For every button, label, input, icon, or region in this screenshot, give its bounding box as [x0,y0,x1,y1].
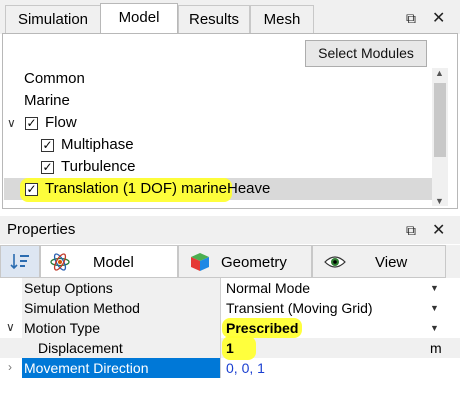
column-separator [220,358,221,378]
flow-checkbox[interactable]: ✓ [25,117,38,130]
cube-icon [191,253,209,271]
tree-item-flow[interactable]: Flow [45,112,77,134]
scroll-down-icon[interactable]: ▼ [435,196,444,206]
tab-props-geometry-label: Geometry [221,254,287,271]
property-row-motion-type[interactable]: ∨ Motion Type Prescribed ▼ [0,318,460,338]
property-value[interactable]: Transient (Moving Grid) [222,298,444,318]
sort-icon [10,254,29,270]
sort-toggle-button[interactable] [0,245,40,278]
close-icon[interactable]: ✕ [432,220,445,240]
chevron-down-icon[interactable]: ∨ [6,317,15,337]
dropdown-arrow-icon[interactable]: ▼ [430,278,439,298]
float-window-icon[interactable]: ⧉ [406,222,416,239]
tab-props-model-label: Model [93,254,134,271]
tab-mesh-label: Mesh [263,11,301,28]
tab-simulation-label: Simulation [17,11,89,28]
property-value[interactable]: 1 [222,338,444,358]
property-row-movement-direction[interactable]: › Movement Direction 0, 0, 1 [0,358,460,378]
atom-icon [50,253,70,271]
column-separator [220,278,221,298]
property-name: Movement Direction [22,358,220,378]
tree-item-translation[interactable]: Translation (1 DOF) marineHeave [45,178,270,200]
property-name: Displacement [36,338,220,358]
translation-checkbox[interactable]: ✓ [25,183,38,196]
properties-header: Properties ⧉ ✕ [0,216,460,244]
property-value[interactable]: 0, 0, 1 [222,358,444,378]
multiphase-checkbox[interactable]: ✓ [41,139,54,152]
tab-model-label: Model [118,9,160,26]
turbulence-checkbox[interactable]: ✓ [41,161,54,174]
property-value[interactable]: Normal Mode [222,278,444,298]
tab-results-label: Results [188,11,240,28]
tree-item-label: Multiphase [61,136,134,153]
tree-item-turbulence[interactable]: Turbulence [61,156,136,178]
tab-props-model[interactable]: Model [40,245,178,278]
tab-props-geometry[interactable]: Geometry [178,245,312,278]
tab-model[interactable]: Model [100,3,178,34]
properties-tabs: Model Geometry View [0,245,460,278]
property-row-simulation-method[interactable]: Simulation Method Transient (Moving Grid… [0,298,460,318]
select-modules-button[interactable]: Select Modules [305,40,427,67]
close-icon[interactable]: ✕ [432,8,445,28]
tab-props-view-label: View [375,254,408,271]
property-name: Simulation Method [22,298,220,318]
eye-icon [324,256,346,268]
chevron-right-icon[interactable]: › [8,357,12,377]
tree-item-multiphase[interactable]: Multiphase [61,134,134,156]
tree-item-label: Marine [24,92,70,109]
property-grid: Setup Options Normal Mode ▼ Simulation M… [0,278,460,399]
tree-item-label: Common [24,70,85,87]
tab-mesh[interactable]: Mesh [250,5,314,33]
chevron-down-icon[interactable]: ∨ [7,116,16,130]
top-tab-bar: Simulation Model Results Mesh ⧉ ✕ [0,0,460,34]
dropdown-arrow-icon[interactable]: ▼ [430,318,439,338]
property-row-setup-options[interactable]: Setup Options Normal Mode ▼ [0,278,460,298]
property-row-displacement[interactable]: Displacement 1 m [0,336,460,360]
tree-item-label: Flow [45,114,77,131]
column-separator [220,338,221,358]
scroll-up-icon[interactable]: ▲ [435,68,444,78]
property-name: Setup Options [22,278,220,298]
tree-item-marine[interactable]: Marine [24,90,70,112]
properties-title: Properties [7,221,76,238]
tree-item-common[interactable]: Common [24,68,85,90]
float-window-icon[interactable]: ⧉ [406,10,416,27]
tab-props-view[interactable]: View [312,245,446,278]
tab-results[interactable]: Results [178,5,250,33]
property-value[interactable]: Prescribed [222,318,444,338]
property-name: Motion Type [22,318,220,338]
tree-item-label: Translation (1 DOF) marineHeave [45,180,271,197]
tree-item-label: Turbulence [61,158,136,175]
column-separator [220,298,221,318]
unit-label: m [430,340,442,356]
column-separator [220,318,221,338]
tab-simulation[interactable]: Simulation [5,5,101,33]
tree-scrollbar-thumb[interactable] [434,83,446,157]
dropdown-arrow-icon[interactable]: ▼ [430,298,439,318]
